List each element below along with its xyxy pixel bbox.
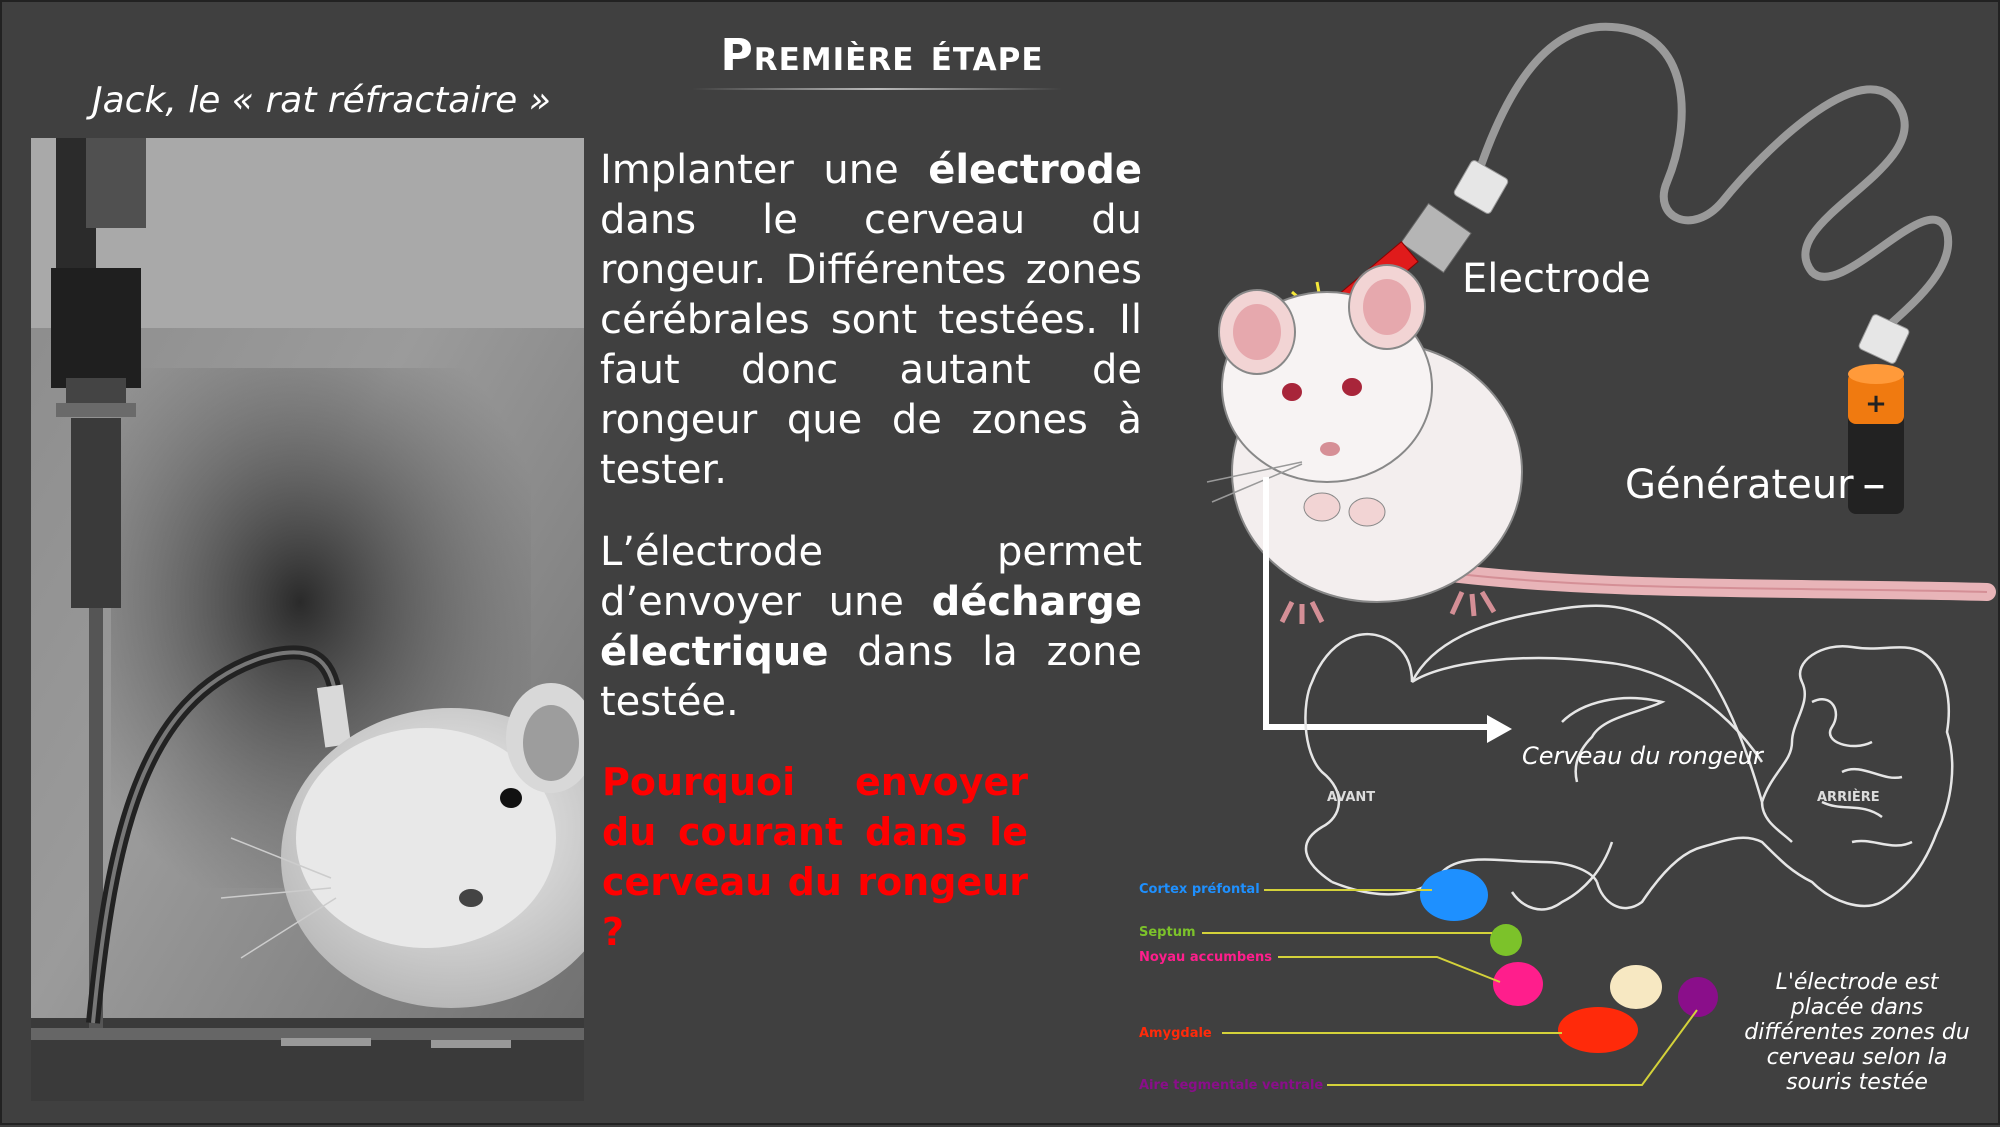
front-label: AVANT bbox=[1327, 790, 1376, 805]
slide: Première étape Jack, le « rat réfractair… bbox=[0, 0, 2000, 1125]
region-accumbens-blob bbox=[1493, 962, 1543, 1006]
region-septum-blob bbox=[1490, 924, 1522, 956]
battery-plug-icon bbox=[1858, 314, 1910, 364]
generator-label: Générateur bbox=[1625, 462, 1854, 508]
region-label-vta: Aire tegmentale ventrale bbox=[1139, 1078, 1324, 1093]
region-label-accumbens: Noyau accumbens bbox=[1139, 950, 1272, 965]
electrode-note: L'électrode est placée dans différentes … bbox=[1744, 970, 1970, 1095]
paragraph-implant-text-2: dans le cerveau du rongeur. Différentes … bbox=[600, 197, 1142, 493]
region-label-cortex: Cortex préfontal bbox=[1139, 882, 1260, 897]
question-text: Pourquoi envoyer du courant dans le cerv… bbox=[602, 760, 1028, 954]
paragraph-implant-text-1: Implanter une bbox=[600, 147, 929, 193]
back-label: ARRIÈRE bbox=[1817, 790, 1880, 805]
brain-arrow bbox=[1263, 477, 1487, 730]
region-label-septum: Septum bbox=[1139, 925, 1196, 940]
rat-photo bbox=[31, 138, 584, 1101]
battery-icon bbox=[1848, 364, 1904, 514]
region-cortex-blob bbox=[1420, 869, 1488, 921]
electrode-probe-icon bbox=[1333, 241, 1419, 319]
battery-minus-sign: − bbox=[1861, 469, 1886, 504]
paragraph-discharge: L’électrode permet d’envoyer une décharg… bbox=[600, 527, 1142, 727]
brain-arrow-head bbox=[1487, 715, 1512, 743]
photo-caption: Jack, le « rat réfractaire » bbox=[92, 80, 551, 121]
spark-icon bbox=[1286, 281, 1349, 358]
rat-photo-drawing bbox=[31, 138, 584, 1101]
paragraph-implant: Implanter une électrode dans le cerveau … bbox=[600, 145, 1142, 495]
brain-caption: Cerveau du rongeur bbox=[1522, 742, 1763, 770]
paragraph-implant-bold: électrode bbox=[928, 147, 1142, 193]
title-underline bbox=[692, 88, 1062, 90]
region-leader-lines bbox=[1202, 889, 1698, 1086]
electrode-label: Electrode bbox=[1462, 256, 1651, 302]
slide-title: Première étape bbox=[720, 30, 1044, 81]
region-amygdala-blob bbox=[1558, 1007, 1638, 1053]
region-vta-blob bbox=[1678, 977, 1718, 1017]
electrode-plug-icon bbox=[1453, 160, 1509, 214]
region-label-amygdala: Amygdale bbox=[1139, 1026, 1212, 1041]
rat-illustration bbox=[1206, 264, 1996, 624]
battery-plus-sign: + bbox=[1865, 389, 1887, 419]
electrode-connector-icon bbox=[1400, 202, 1472, 274]
region-cream-blob bbox=[1610, 965, 1662, 1009]
